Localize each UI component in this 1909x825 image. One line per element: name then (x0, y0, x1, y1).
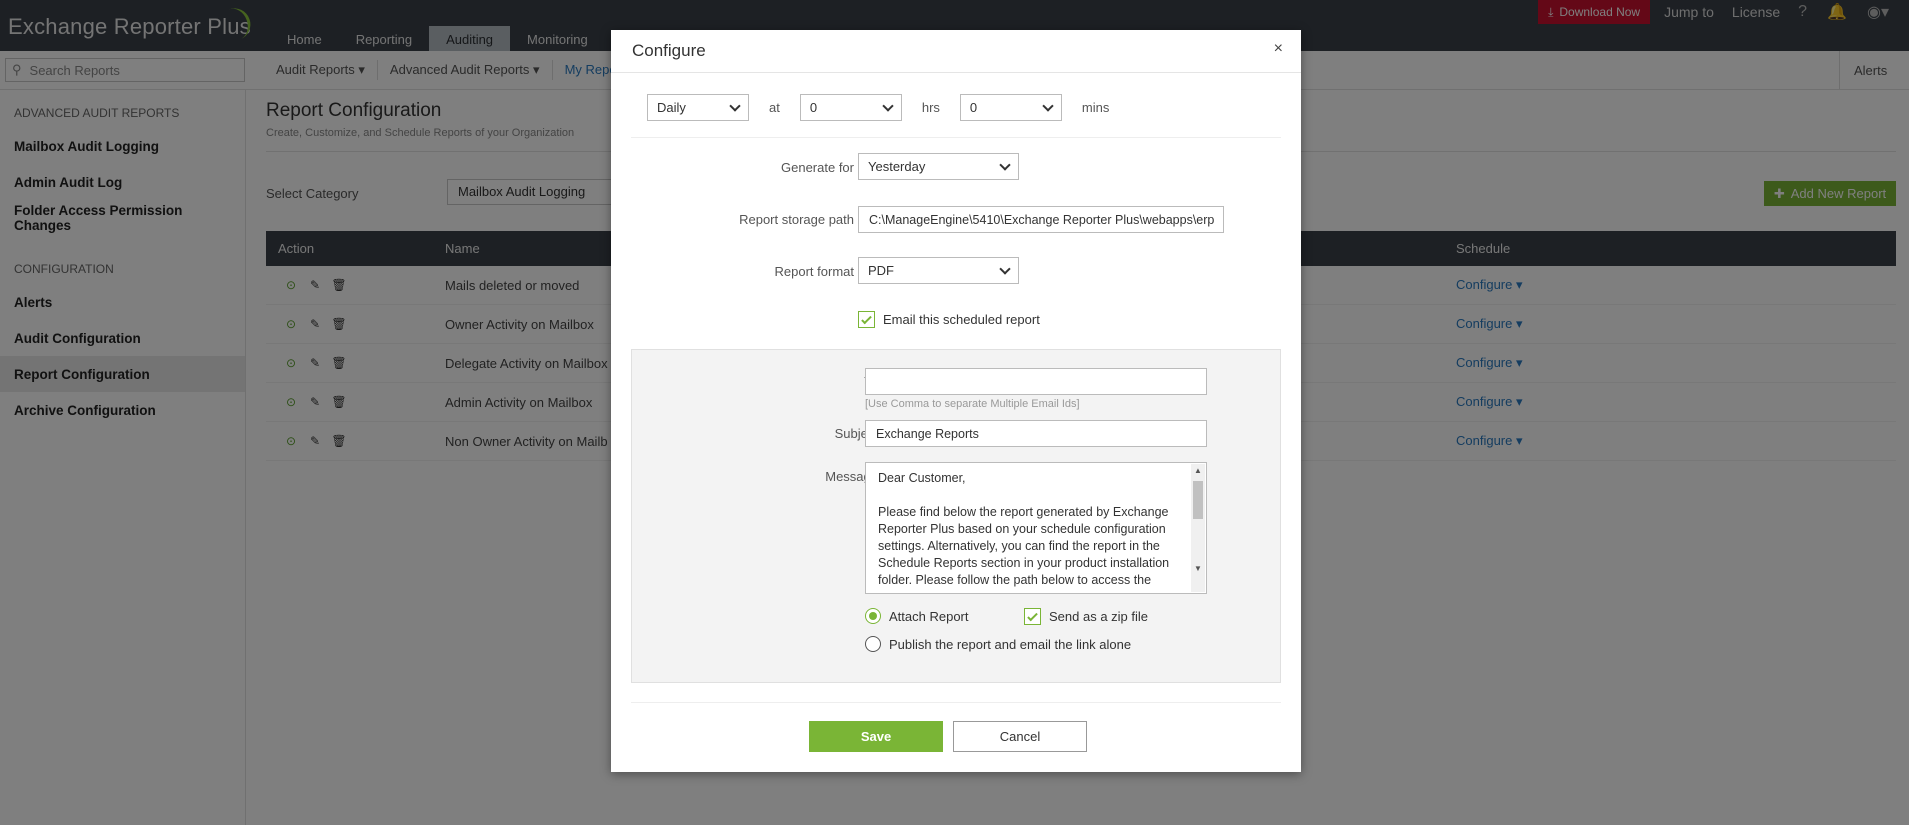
chevron-down-icon (882, 99, 894, 112)
email-settings-panel: To [Use Comma to separate Multiple Email… (631, 349, 1281, 683)
frequency-value: Daily (657, 100, 686, 115)
schedule-time-row: Daily at 0 hrs 0 mins (647, 94, 1129, 121)
hours-dropdown[interactable]: 0 (799, 94, 902, 121)
zip-option: Send as a zip file (1024, 608, 1148, 625)
scroll-down-icon[interactable]: ▼ (1194, 564, 1202, 573)
chevron-down-icon (1042, 99, 1054, 112)
email-report-option: Email this scheduled report (858, 311, 1040, 328)
zip-checkbox[interactable] (1024, 608, 1041, 625)
chevron-down-icon (999, 158, 1011, 171)
generate-for-label: Generate for (781, 160, 854, 175)
radio-dot (869, 612, 877, 620)
report-format-label: Report format (774, 264, 854, 279)
to-hint: [Use Comma to separate Multiple Email Id… (865, 398, 1080, 410)
scroll-up-icon[interactable]: ▲ (1194, 466, 1202, 475)
to-label: To (782, 374, 878, 389)
checkmark-icon (1027, 610, 1038, 621)
mins-label: mins (1081, 100, 1110, 115)
message-text: Dear Customer, Please find below the rep… (878, 471, 1170, 587)
generate-for-value: Yesterday (868, 159, 926, 174)
generate-for-dropdown[interactable]: Yesterday (858, 153, 1019, 180)
checkmark-icon (861, 313, 872, 324)
email-report-checkbox[interactable] (858, 311, 875, 328)
publish-link-option: Publish the report and email the link al… (865, 636, 1131, 652)
storage-path-input[interactable]: C:\ManageEngine\5410\Exchange Reporter P… (858, 206, 1224, 233)
message-textarea[interactable]: Dear Customer, Please find below the rep… (865, 462, 1207, 594)
dialog-title: Configure (632, 41, 706, 60)
close-icon[interactable]: × (1274, 40, 1283, 58)
cancel-button[interactable]: Cancel (953, 721, 1087, 752)
minutes-value: 0 (969, 100, 978, 115)
attach-report-label: Attach Report (889, 608, 969, 624)
report-format-dropdown[interactable]: PDF (858, 257, 1019, 284)
attach-report-radio[interactable] (865, 608, 881, 624)
publish-link-label: Publish the report and email the link al… (889, 636, 1132, 652)
subject-label: Subject (834, 426, 878, 441)
minutes-dropdown[interactable]: 0 (959, 94, 1062, 121)
save-button[interactable]: Save (809, 721, 943, 752)
subject-input[interactable]: Exchange Reports (865, 420, 1207, 447)
chevron-down-icon (999, 262, 1011, 275)
storage-path-label: Report storage path (739, 212, 854, 227)
message-scrollbar[interactable]: ▲ ▼ (1191, 464, 1205, 592)
message-label: Message (825, 469, 878, 484)
report-format-value: PDF (868, 263, 894, 278)
frequency-dropdown[interactable]: Daily (647, 94, 749, 121)
hours-value: 0 (809, 100, 818, 115)
attach-report-option: Attach Report (865, 608, 969, 624)
dialog-header: Configure × (611, 30, 1301, 73)
chevron-down-icon (729, 99, 741, 112)
configure-dialog: Configure × Daily at 0 hrs 0 mins Genera… (611, 30, 1301, 772)
email-report-label: Email this scheduled report (883, 312, 1040, 327)
scroll-thumb[interactable] (1193, 481, 1203, 519)
zip-label: Send as a zip file (1049, 609, 1149, 624)
divider (631, 137, 1281, 138)
hrs-label: hrs (921, 100, 940, 115)
divider (631, 702, 1281, 703)
publish-link-radio[interactable] (865, 636, 881, 652)
at-label: at (769, 100, 780, 115)
to-email-input[interactable] (865, 368, 1207, 395)
